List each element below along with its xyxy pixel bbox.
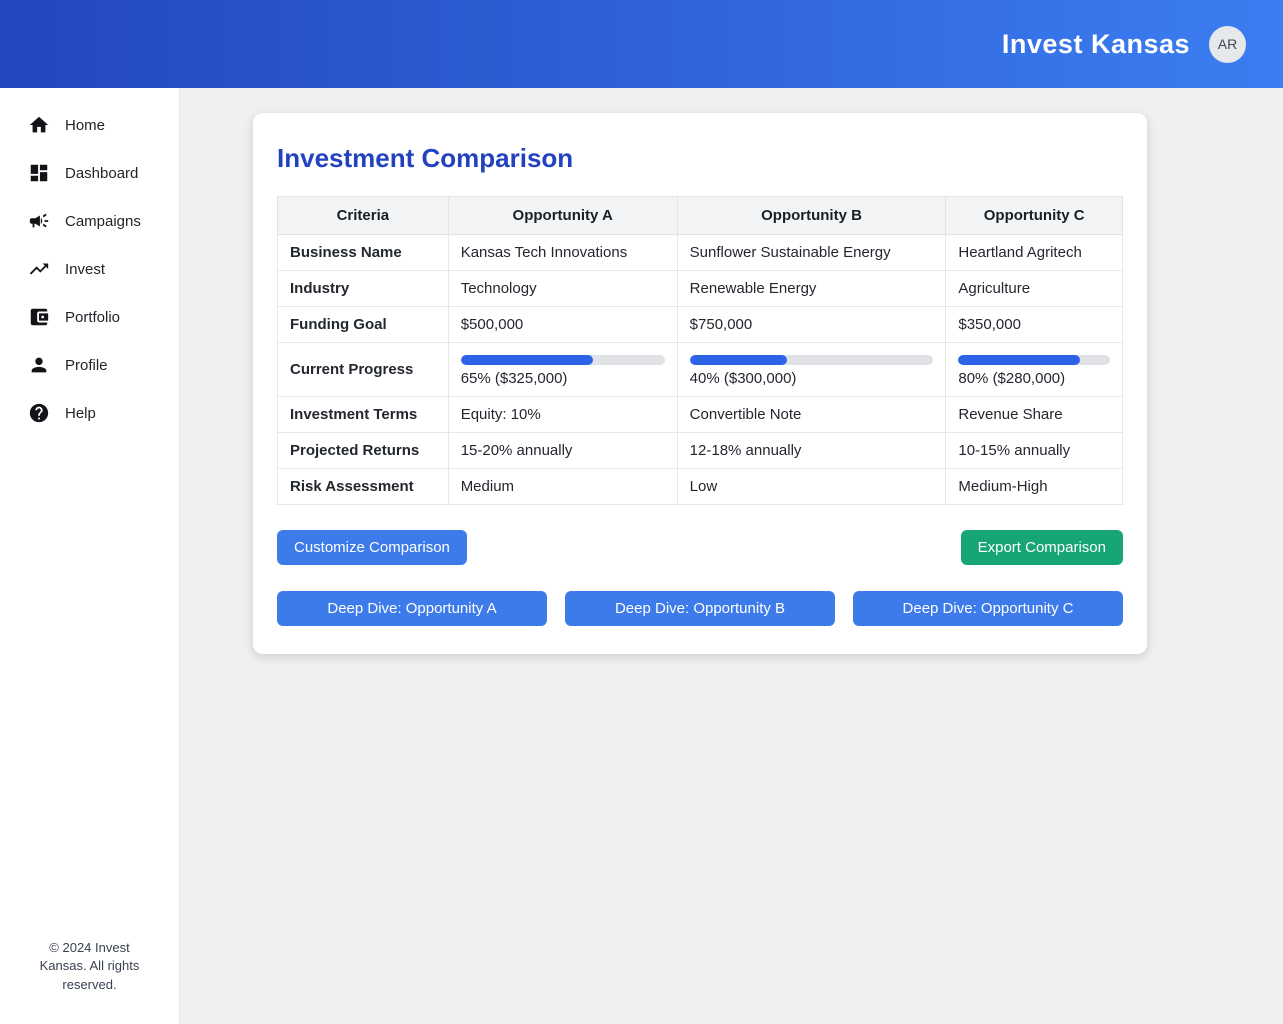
value-cell: Equity: 10% xyxy=(448,397,677,433)
deep-dive-actions: Deep Dive: Opportunity A Deep Dive: Oppo… xyxy=(277,591,1123,626)
export-comparison-button[interactable]: Export Comparison xyxy=(961,530,1123,565)
value-cell: Convertible Note xyxy=(677,397,946,433)
progress-bar-fill xyxy=(690,355,787,365)
returns-cell: 10-15% annually xyxy=(946,433,1123,469)
value-cell: $350,000 xyxy=(946,307,1123,343)
sidebar-item-home[interactable]: Home xyxy=(0,101,179,149)
table-row-projected-returns: Projected Returns 15-20% annually 12-18%… xyxy=(278,433,1123,469)
table-row-business-name: Business Name Kansas Tech Innovations Su… xyxy=(278,235,1123,271)
investment-comparison-card: Investment Comparison Criteria Opportuni… xyxy=(253,113,1147,654)
sidebar-item-help[interactable]: Help xyxy=(0,389,179,437)
value-cell: Renewable Energy xyxy=(677,271,946,307)
table-header-row: Criteria Opportunity A Opportunity B Opp… xyxy=(278,197,1123,235)
person-icon xyxy=(28,354,50,376)
progress-cell: 40% ($300,000) xyxy=(677,343,946,397)
sidebar-item-campaigns[interactable]: Campaigns xyxy=(0,197,179,245)
progress-bar-fill xyxy=(461,355,594,365)
table-row-funding-goal: Funding Goal $500,000 $750,000 $350,000 xyxy=(278,307,1123,343)
table-actions: Customize Comparison Export Comparison xyxy=(277,530,1123,565)
progress-bar-fill xyxy=(958,355,1079,365)
page-title: Investment Comparison xyxy=(277,143,1123,174)
app-title: Invest Kansas xyxy=(1002,29,1190,60)
value-cell: Medium-High xyxy=(946,469,1123,505)
criteria-cell: Business Name xyxy=(278,235,449,271)
criteria-cell: Current Progress xyxy=(278,343,449,397)
criteria-cell: Investment Terms xyxy=(278,397,449,433)
main-content: Investment Comparison Criteria Opportuni… xyxy=(180,88,1283,1024)
sidebar-item-label: Invest xyxy=(65,261,105,278)
sidebar-nav: Home Dashboard Campaigns Invest xyxy=(0,101,179,437)
deep-dive-opportunity-b-button[interactable]: Deep Dive: Opportunity B xyxy=(565,591,835,626)
table-row-current-progress: Current Progress 65% ($325,000) 40% ($30… xyxy=(278,343,1123,397)
deep-dive-opportunity-a-button[interactable]: Deep Dive: Opportunity A xyxy=(277,591,547,626)
sidebar-item-portfolio[interactable]: Portfolio xyxy=(0,293,179,341)
returns-cell: 12-18% annually xyxy=(677,433,946,469)
deep-dive-opportunity-c-button[interactable]: Deep Dive: Opportunity C xyxy=(853,591,1123,626)
sidebar-item-label: Campaigns xyxy=(65,213,141,230)
customize-comparison-button[interactable]: Customize Comparison xyxy=(277,530,467,565)
value-cell: Technology xyxy=(448,271,677,307)
value-cell: Agriculture xyxy=(946,271,1123,307)
sidebar-item-label: Dashboard xyxy=(65,165,138,182)
progress-label: 80% ($280,000) xyxy=(958,370,1110,387)
table-row-investment-terms: Investment Terms Equity: 10% Convertible… xyxy=(278,397,1123,433)
value-cell: Heartland Agritech xyxy=(946,235,1123,271)
value-cell: $500,000 xyxy=(448,307,677,343)
sidebar-item-label: Portfolio xyxy=(65,309,120,326)
sidebar-item-invest[interactable]: Invest xyxy=(0,245,179,293)
value-cell: Revenue Share xyxy=(946,397,1123,433)
progress-label: 40% ($300,000) xyxy=(690,370,934,387)
returns-cell: 15-20% annually xyxy=(448,433,677,469)
sidebar-item-label: Home xyxy=(65,117,105,134)
sidebar-item-label: Help xyxy=(65,405,96,422)
column-header-opportunity-a: Opportunity A xyxy=(448,197,677,235)
comparison-table: Criteria Opportunity A Opportunity B Opp… xyxy=(277,196,1123,505)
wallet-icon xyxy=(28,306,50,328)
progress-bar xyxy=(958,355,1110,365)
value-cell: Sunflower Sustainable Energy xyxy=(677,235,946,271)
criteria-cell: Funding Goal xyxy=(278,307,449,343)
column-header-opportunity-c: Opportunity C xyxy=(946,197,1123,235)
progress-label: 65% ($325,000) xyxy=(461,370,665,387)
copyright-text: © 2024 Invest Kansas. All rights reserve… xyxy=(0,939,179,1024)
megaphone-icon xyxy=(28,210,50,232)
avatar[interactable]: AR xyxy=(1209,26,1246,63)
sidebar-item-dashboard[interactable]: Dashboard xyxy=(0,149,179,197)
sidebar-item-profile[interactable]: Profile xyxy=(0,341,179,389)
value-cell: Medium xyxy=(448,469,677,505)
help-icon xyxy=(28,402,50,424)
app-header: Invest Kansas AR xyxy=(0,0,1283,88)
value-cell: Kansas Tech Innovations xyxy=(448,235,677,271)
home-icon xyxy=(28,114,50,136)
value-cell: Low xyxy=(677,469,946,505)
dashboard-icon xyxy=(28,162,50,184)
table-row-risk-assessment: Risk Assessment Medium Low Medium-High xyxy=(278,469,1123,505)
criteria-cell: Risk Assessment xyxy=(278,469,449,505)
table-row-industry: Industry Technology Renewable Energy Agr… xyxy=(278,271,1123,307)
sidebar-item-label: Profile xyxy=(65,357,108,374)
sidebar: Home Dashboard Campaigns Invest xyxy=(0,88,180,1024)
value-cell: $750,000 xyxy=(677,307,946,343)
column-header-opportunity-b: Opportunity B xyxy=(677,197,946,235)
progress-bar xyxy=(690,355,934,365)
progress-cell: 65% ($325,000) xyxy=(448,343,677,397)
trending-up-icon xyxy=(28,258,50,280)
column-header-criteria: Criteria xyxy=(278,197,449,235)
progress-bar xyxy=(461,355,665,365)
criteria-cell: Projected Returns xyxy=(278,433,449,469)
criteria-cell: Industry xyxy=(278,271,449,307)
progress-cell: 80% ($280,000) xyxy=(946,343,1123,397)
